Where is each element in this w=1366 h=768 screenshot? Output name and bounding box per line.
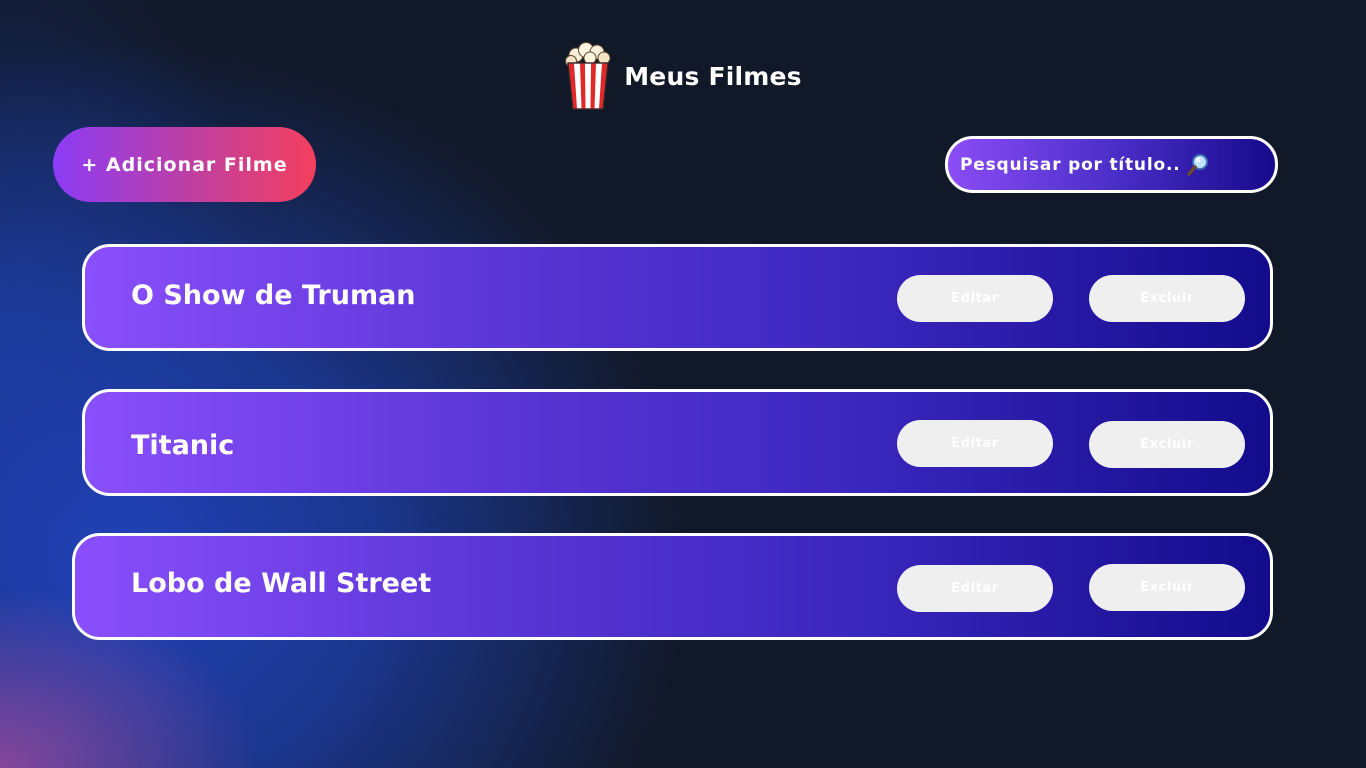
edit-button[interactable]: Editar — [897, 420, 1053, 467]
movie-card: Titanic Editar Excluir — [82, 389, 1273, 496]
movie-card: Lobo de Wall Street Editar Excluir — [72, 533, 1273, 640]
magnifying-glass-icon — [1187, 153, 1209, 176]
movie-title: Titanic — [131, 430, 235, 461]
edit-button[interactable]: Editar — [897, 275, 1053, 322]
search-placeholder: Pesquisar por título.. — [960, 154, 1181, 175]
app-title: Meus Filmes — [624, 61, 802, 91]
app-header: Meus Filmes — [0, 40, 1366, 112]
delete-button[interactable]: Excluir — [1089, 275, 1245, 322]
edit-button[interactable]: Editar — [897, 565, 1053, 612]
movie-title: O Show de Truman — [131, 280, 416, 311]
add-movie-button[interactable]: + Adicionar Filme — [53, 127, 316, 202]
delete-button[interactable]: Excluir — [1089, 421, 1245, 468]
movie-title: Lobo de Wall Street — [131, 568, 432, 599]
movie-card: O Show de Truman Editar Excluir — [82, 244, 1273, 351]
delete-button[interactable]: Excluir — [1089, 564, 1245, 611]
popcorn-icon — [565, 42, 611, 110]
search-input[interactable]: Pesquisar por título.. — [945, 136, 1278, 193]
